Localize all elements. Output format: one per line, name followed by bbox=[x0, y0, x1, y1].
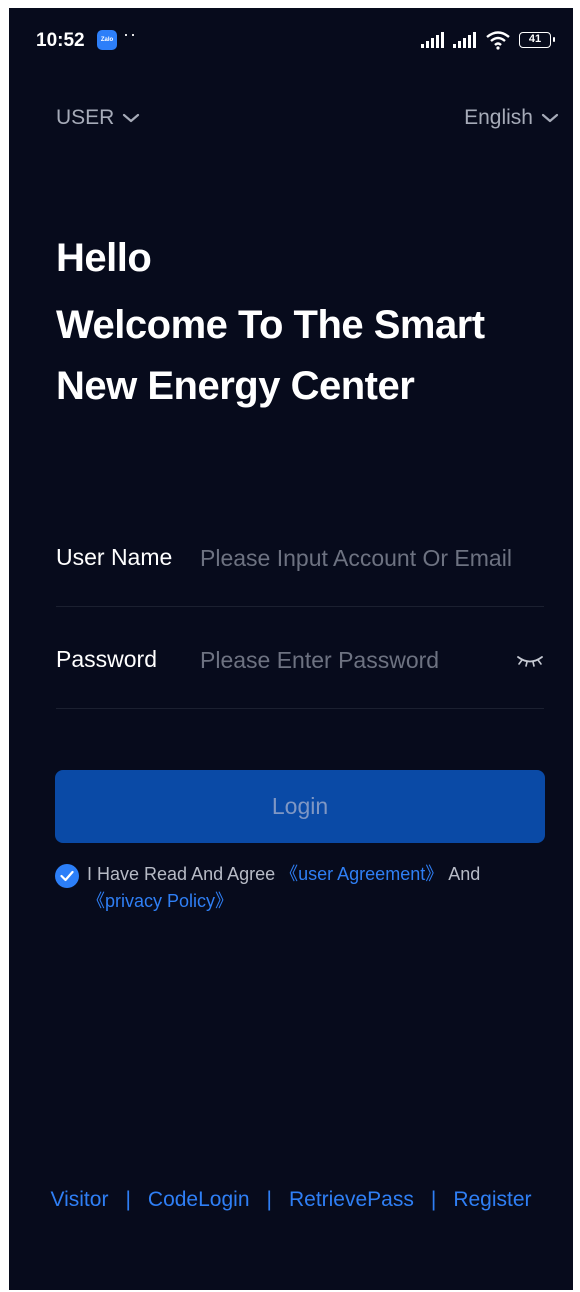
agreement-text: I Have Read And Agree 《user Agreement》 A… bbox=[87, 861, 507, 915]
status-bar: 10:52 Zalo ·· 41 bbox=[9, 8, 573, 74]
language-selector-label: English bbox=[464, 106, 533, 129]
password-input[interactable] bbox=[200, 640, 500, 680]
greeting-title: Hello bbox=[56, 236, 152, 280]
footer-separator: | bbox=[125, 1188, 131, 1211]
login-screen: 10:52 Zalo ·· 41 USER English Hello Welc… bbox=[9, 8, 573, 1290]
welcome-title-line2: New Energy Center bbox=[56, 364, 415, 408]
password-label: Password bbox=[56, 646, 157, 672]
username-input[interactable] bbox=[200, 538, 540, 578]
agreement-middle: And bbox=[443, 864, 481, 884]
username-label: User Name bbox=[56, 544, 173, 570]
check-icon bbox=[60, 870, 74, 882]
welcome-title-line1: Welcome To The Smart bbox=[56, 303, 485, 347]
language-selector[interactable]: English bbox=[464, 106, 559, 130]
agreement-checkbox[interactable] bbox=[55, 864, 79, 888]
wifi-icon bbox=[486, 31, 510, 50]
status-time: 10:52 bbox=[36, 30, 85, 51]
agreement-prefix: I Have Read And Agree bbox=[87, 864, 281, 884]
register-link[interactable]: Register bbox=[453, 1188, 531, 1212]
username-row: User Name bbox=[56, 528, 544, 607]
password-row: Password bbox=[56, 630, 544, 709]
footer-links: Visitor | CodeLogin | RetrievePass | Reg… bbox=[9, 1188, 573, 1212]
footer-separator: | bbox=[266, 1188, 272, 1211]
battery-icon: 41 bbox=[519, 32, 555, 48]
footer-separator: | bbox=[430, 1188, 437, 1211]
visitor-link[interactable]: Visitor bbox=[50, 1188, 108, 1212]
role-selector-label: USER bbox=[56, 106, 115, 129]
role-selector[interactable]: USER bbox=[56, 106, 140, 130]
code-login-link[interactable]: CodeLogin bbox=[148, 1188, 250, 1212]
chevron-down-icon bbox=[541, 113, 559, 123]
privacy-policy-link[interactable]: 《privacy Policy》 bbox=[87, 891, 233, 911]
signal-icon bbox=[421, 32, 444, 48]
notification-dots: ·· bbox=[123, 24, 137, 44]
chevron-down-icon bbox=[123, 113, 140, 123]
zalo-app-icon: Zalo bbox=[97, 30, 117, 50]
retrieve-pass-link[interactable]: RetrievePass bbox=[289, 1188, 414, 1212]
login-button[interactable]: Login bbox=[55, 770, 545, 843]
user-agreement-link[interactable]: 《user Agreement》 bbox=[280, 864, 443, 884]
signal-icon-2 bbox=[453, 32, 476, 48]
eye-closed-icon[interactable] bbox=[516, 654, 544, 668]
